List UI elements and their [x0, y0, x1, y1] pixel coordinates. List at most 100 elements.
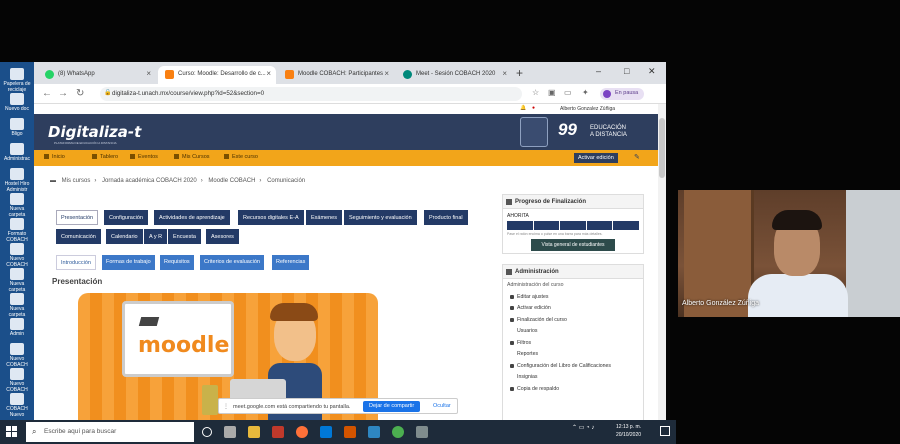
- menu-mis-cursos[interactable]: Mis Cursos: [174, 154, 210, 160]
- menu-eventos[interactable]: Eventos: [130, 154, 158, 160]
- tab-asesores[interactable]: Asesores: [206, 229, 239, 244]
- scrollbar-thumb[interactable]: [659, 118, 665, 178]
- admin-item-filters[interactable]: Filtros: [503, 340, 643, 352]
- activate-edit-button[interactable]: Activar edición: [574, 153, 618, 163]
- tab-meet[interactable]: Meet - Sesión COBACH 2020 ×: [396, 66, 512, 84]
- chrome-icon[interactable]: [392, 426, 404, 438]
- admin-item-reports[interactable]: Reportes: [503, 351, 643, 363]
- chat-icon[interactable]: ●: [532, 105, 535, 111]
- system-tray[interactable]: ⌃ ▭ ◔ ♪: [572, 424, 594, 431]
- breadcrumb-item[interactable]: Moodle COBACH: [208, 178, 255, 184]
- subtab-formas-trabajo[interactable]: Formas de trabajo: [102, 255, 155, 270]
- admin-item-badges[interactable]: Insignias: [503, 374, 643, 386]
- subtab-referencias[interactable]: Referencias: [272, 255, 310, 270]
- user-name[interactable]: Alberto Gonzalez Zúñiga: [560, 106, 615, 112]
- file-icon: [10, 218, 24, 230]
- graduation-cap-icon: [138, 317, 160, 326]
- progress-cell[interactable]: [586, 221, 613, 230]
- admin-item-users[interactable]: Usuarios: [503, 328, 643, 340]
- taskbar-search-input[interactable]: ⌕ Escribe aquí para buscar: [26, 422, 194, 442]
- menu-label: Eventos: [138, 154, 158, 160]
- bell-icon[interactable]: 🔔: [520, 105, 526, 111]
- close-tab-icon[interactable]: ×: [146, 69, 151, 78]
- file-icon: [10, 93, 24, 105]
- tab-recursos[interactable]: Recursos digitales E-A: [238, 210, 304, 225]
- maximize-button[interactable]: □: [624, 66, 629, 76]
- puzzle-icon[interactable]: ✦: [582, 88, 589, 97]
- cast-icon[interactable]: ▭: [564, 88, 572, 97]
- notification-icon[interactable]: [660, 426, 670, 436]
- task-view-icon[interactable]: [224, 426, 236, 438]
- progress-cell[interactable]: [533, 221, 560, 230]
- admin-item-backup[interactable]: Copia de respaldo: [503, 386, 643, 398]
- progress-bar[interactable]: [507, 221, 639, 230]
- star-icon[interactable]: ☆: [532, 88, 539, 97]
- new-tab-button[interactable]: +: [516, 66, 523, 80]
- app-icon[interactable]: [368, 426, 380, 438]
- admin-item-completion[interactable]: Finalización del curso: [503, 317, 643, 329]
- admin-item-activate-edit[interactable]: Activar edición: [503, 305, 643, 317]
- progress-cell[interactable]: [507, 221, 533, 230]
- hide-button[interactable]: Ocultar: [433, 403, 451, 409]
- tab-configuracion[interactable]: Configuración: [104, 210, 148, 225]
- tab-examenes[interactable]: Exámenes: [306, 210, 342, 225]
- windows-start-icon[interactable]: [6, 426, 18, 438]
- store-icon[interactable]: [320, 426, 332, 438]
- url-field[interactable]: 🔒 digitaliza-t.unach.mx/course/view.php?…: [100, 87, 522, 101]
- subtab-introduccion[interactable]: Introducción: [56, 255, 96, 270]
- breadcrumb-item[interactable]: Mis cursos: [62, 178, 91, 184]
- tab-calendario[interactable]: Calendario: [106, 229, 143, 244]
- admin-item-edit-settings[interactable]: Editar ajustes: [503, 294, 643, 306]
- tab-comunicacion[interactable]: Comunicación: [56, 229, 101, 244]
- firefox-icon[interactable]: [296, 426, 308, 438]
- section-title: Presentación: [52, 277, 103, 286]
- tab-actividades[interactable]: Actividades de aprendizaje: [154, 210, 230, 225]
- tab-ayr[interactable]: A y R: [144, 229, 168, 244]
- admin-item-course-admin[interactable]: Administración del curso: [503, 282, 643, 294]
- admin-list: Administración del curso Editar ajustes …: [503, 282, 643, 397]
- site-logo[interactable]: Digitaliza-t: [48, 123, 141, 141]
- pencil-icon[interactable]: ✎: [634, 153, 640, 161]
- tab-seguimiento[interactable]: Seguimiento y evaluación: [344, 210, 417, 225]
- progress-label: AHORITA: [507, 213, 529, 219]
- taskbar-clock[interactable]: 12:13 p. m. 20/10/2020: [616, 423, 641, 439]
- extension-icon[interactable]: ▣: [548, 88, 556, 97]
- back-icon[interactable]: ←: [42, 88, 52, 99]
- tab-moodle-participants[interactable]: Moodle COBACH: Participantes ×: [278, 66, 394, 84]
- tab-producto-final[interactable]: Producto final: [424, 210, 468, 225]
- admin-item-label: Administración del curso: [507, 282, 564, 288]
- tab-moodle-course[interactable]: Curso: Moodle: Desarrollo de c... ×: [158, 66, 276, 84]
- admin-item-gradebook[interactable]: Configuración del Libro de Calificacione…: [503, 363, 643, 375]
- app-icon[interactable]: [272, 426, 284, 438]
- progress-block: Progreso de Finalización AHORITA Pase el…: [502, 194, 644, 254]
- close-tab-icon[interactable]: ×: [502, 69, 507, 78]
- progress-cell[interactable]: [560, 221, 586, 230]
- menu-tablero[interactable]: Tablero: [92, 154, 118, 160]
- reload-icon[interactable]: ↻: [76, 88, 84, 99]
- file-explorer-icon[interactable]: [248, 426, 260, 438]
- menu-este-curso[interactable]: Este curso: [224, 154, 258, 160]
- tab-presentacion[interactable]: Presentación: [56, 210, 99, 225]
- close-tab-icon[interactable]: ×: [384, 69, 389, 78]
- subtab-criterios[interactable]: Criterios de evaluación: [200, 255, 264, 270]
- students-overview-button[interactable]: Vista general de estudiantes: [531, 239, 615, 251]
- forward-icon[interactable]: →: [58, 88, 68, 99]
- stop-sharing-button[interactable]: Dejar de compartir: [363, 401, 421, 412]
- close-window-button[interactable]: ✕: [648, 66, 656, 77]
- minimize-button[interactable]: –: [596, 66, 601, 76]
- breadcrumb-item[interactable]: Jornada académica COBACH 2020: [102, 178, 197, 184]
- tab-whatsapp[interactable]: (8) WhatsApp ×: [38, 66, 156, 84]
- menu-inicio[interactable]: Inicio: [44, 154, 65, 160]
- progress-cell[interactable]: [613, 221, 639, 230]
- participant-name: Alberto González Zúñiga: [682, 300, 760, 307]
- subtab-requisitos[interactable]: Requisitos: [160, 255, 194, 270]
- tab-encuesta[interactable]: Encuesta: [168, 229, 201, 244]
- close-tab-icon[interactable]: ×: [266, 69, 271, 78]
- profile-button[interactable]: En pausa: [600, 88, 644, 100]
- cortana-icon[interactable]: [202, 427, 212, 437]
- app-icon[interactable]: [344, 426, 356, 438]
- drag-handle-icon[interactable]: ⋮: [223, 403, 229, 410]
- search-icon: ⌕: [32, 427, 37, 436]
- page-scrollbar[interactable]: [658, 104, 666, 420]
- app-icon[interactable]: [416, 426, 428, 438]
